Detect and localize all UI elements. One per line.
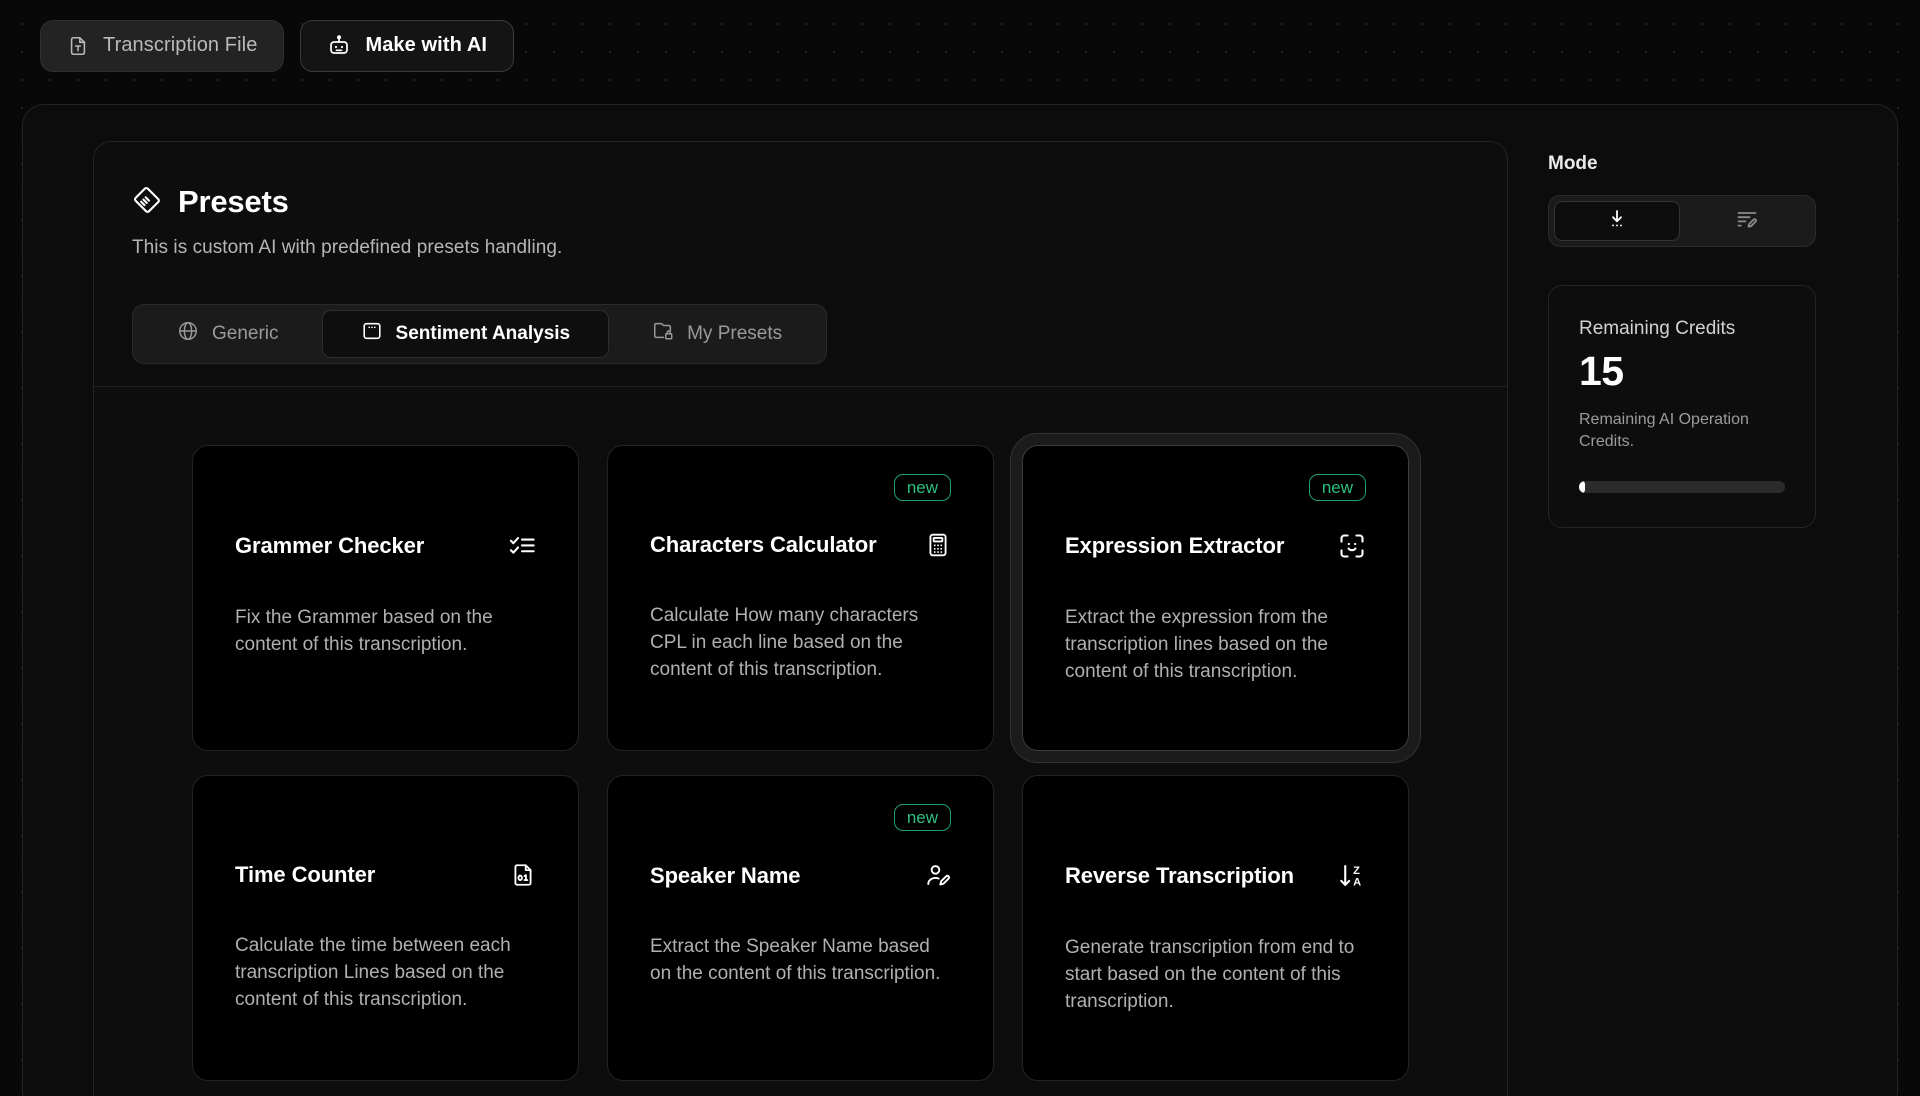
- preset-card-expression-extractor[interactable]: new Expression Extractor Extract the exp…: [1022, 445, 1409, 751]
- mode-toggle: [1548, 195, 1816, 247]
- presets-grid: Grammer Checker Fix the Grammer based on…: [94, 445, 1507, 1081]
- presets-grid-wrapper: Grammer Checker Fix the Grammer based on…: [94, 386, 1507, 1096]
- credits-value: 15: [1579, 348, 1624, 394]
- preset-card-time-counter[interactable]: Time Counter Calculate the time between …: [192, 775, 579, 1081]
- folder-lock-icon: [652, 320, 674, 348]
- card-title: Grammer Checker: [235, 533, 425, 558]
- mode-button-download[interactable]: [1554, 201, 1680, 241]
- presets-panel: Presets This is custom AI with predefine…: [93, 141, 1508, 1096]
- file-text-icon: [67, 35, 89, 57]
- card-header: Expression Extractor: [1065, 532, 1366, 560]
- tag-presets-icon: [132, 185, 162, 220]
- card-title: Time Counter: [235, 862, 376, 887]
- download-dots-icon: [1605, 207, 1629, 236]
- card-description: Extract the Speaker Name based on the co…: [650, 936, 941, 984]
- panel-header: Presets This is custom AI with predefine…: [94, 184, 1507, 259]
- checklist-icon: [508, 532, 536, 560]
- badge-row: new: [1065, 474, 1366, 504]
- main-shell: Presets This is custom AI with predefine…: [22, 104, 1898, 1096]
- app-root: Transcription File Make with AI Presets …: [0, 0, 1920, 1096]
- mode-button-list-edit[interactable]: [1684, 201, 1810, 241]
- credits-description: Remaining AI Operation Credits.: [1579, 411, 1749, 450]
- mode-label: Mode: [1548, 153, 1598, 174]
- user-edit-icon: [924, 862, 951, 889]
- sort-za-icon: Z A: [1338, 862, 1366, 890]
- top-tab-make-with-ai[interactable]: Make with AI: [300, 19, 515, 72]
- card-header: Grammer Checker: [235, 532, 536, 560]
- card-description: Calculate How many characters CPL in eac…: [650, 605, 919, 680]
- credits-progress-bar: [1579, 481, 1785, 493]
- badge-row: [1065, 804, 1366, 834]
- card-description: Calculate the time between each transcri…: [235, 935, 511, 1010]
- calculator-icon: [925, 532, 951, 558]
- card-title: Expression Extractor: [1065, 533, 1285, 558]
- preset-card-grammer-checker[interactable]: Grammer Checker Fix the Grammer based on…: [192, 445, 579, 751]
- new-badge: new: [893, 804, 951, 831]
- badge-row: [235, 804, 536, 834]
- card-title: Characters Calculator: [650, 532, 877, 557]
- new-badge: new: [1308, 474, 1366, 501]
- page-subtitle: This is custom AI with predefined preset…: [132, 237, 563, 258]
- face-scan-icon: [1338, 532, 1366, 560]
- card-description: Extract the expression from the transcri…: [1065, 607, 1328, 682]
- card-header: Time Counter: [235, 862, 536, 888]
- list-edit-icon: [1735, 207, 1759, 236]
- preset-card-reverse-transcription[interactable]: Reverse Transcription Z A Generate trans…: [1022, 775, 1409, 1081]
- card-description: Generate transcription from end to start…: [1065, 937, 1355, 1012]
- badge-row: new: [650, 804, 951, 834]
- robot-icon: [327, 34, 351, 58]
- card-description: Fix the Grammer based on the content of …: [235, 607, 493, 655]
- file-01-icon: [510, 862, 536, 888]
- badge-row: new: [650, 474, 951, 504]
- card-header: Characters Calculator: [650, 532, 951, 558]
- page-title-row: Presets: [132, 184, 1469, 220]
- preset-card-characters-calculator[interactable]: new Characters Calculator Calculate How …: [607, 445, 994, 751]
- page-title: Presets: [178, 184, 289, 219]
- card-title: Reverse Transcription: [1065, 863, 1294, 888]
- card-header: Reverse Transcription Z A: [1065, 862, 1366, 890]
- card-title: Speaker Name: [650, 862, 801, 888]
- tab-label: My Presets: [687, 323, 783, 344]
- window-dots-icon: [361, 320, 383, 348]
- tab-label: Sentiment Analysis: [395, 323, 571, 344]
- new-badge: new: [893, 474, 951, 501]
- top-tab-label: Transcription File: [103, 34, 258, 56]
- preset-card-speaker-name[interactable]: new Speaker Name Extract the Speaker Nam…: [607, 775, 994, 1081]
- badge-row: [235, 474, 536, 504]
- tab-label: Generic: [212, 323, 279, 344]
- top-tab-transcription-file[interactable]: Transcription File: [40, 19, 285, 72]
- preset-category-tabs: Generic Sentiment Analysis My Presets: [132, 304, 828, 364]
- tab-generic[interactable]: Generic: [138, 310, 318, 358]
- credits-progress-fill: [1579, 481, 1586, 493]
- globe-icon: [177, 320, 199, 348]
- card-header: Speaker Name: [650, 862, 951, 889]
- tab-sentiment-analysis[interactable]: Sentiment Analysis: [321, 310, 610, 358]
- tab-my-presets[interactable]: My Presets: [613, 310, 821, 358]
- credits-title: Remaining Credits: [1579, 318, 1736, 339]
- remaining-credits-card: Remaining Credits 15 Remaining AI Operat…: [1548, 285, 1816, 528]
- right-sidebar: Mode Remaining Credits 15 Remaining AI O…: [1548, 141, 1848, 1096]
- svg-text:A: A: [1353, 877, 1361, 889]
- top-tab-bar: Transcription File Make with AI: [0, 0, 1920, 91]
- top-tab-label: Make with AI: [365, 34, 488, 56]
- svg-text:Z: Z: [1353, 865, 1360, 877]
